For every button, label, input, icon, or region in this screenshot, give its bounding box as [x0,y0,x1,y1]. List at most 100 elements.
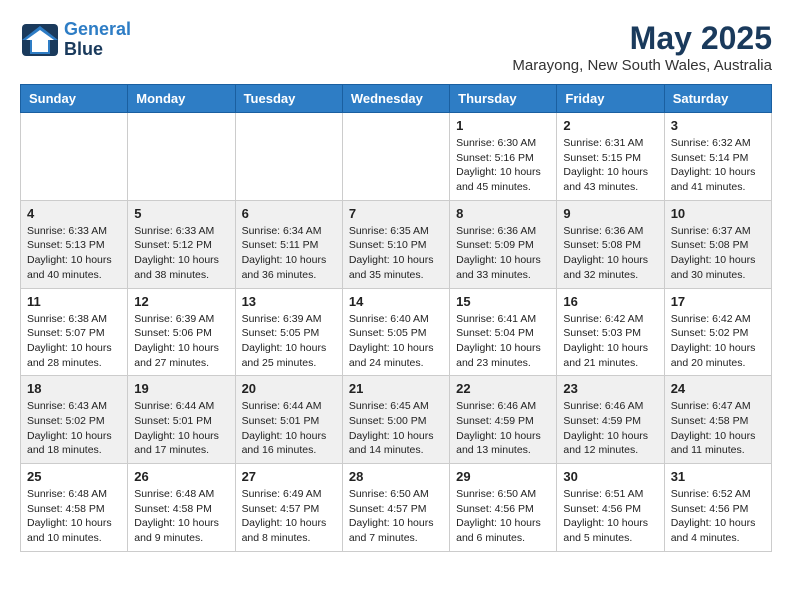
day-info: Sunrise: 6:39 AM Sunset: 5:06 PM Dayligh… [134,312,228,371]
day-number: 15 [456,294,550,309]
weekday-header-wednesday: Wednesday [342,85,449,113]
day-info: Sunrise: 6:42 AM Sunset: 5:02 PM Dayligh… [671,312,765,371]
day-cell [21,113,128,201]
day-number: 17 [671,294,765,309]
weekday-header-saturday: Saturday [664,85,771,113]
day-number: 7 [349,206,443,221]
day-number: 14 [349,294,443,309]
day-info: Sunrise: 6:51 AM Sunset: 4:56 PM Dayligh… [563,487,657,546]
week-row-2: 4 Sunrise: 6:33 AM Sunset: 5:13 PM Daylig… [21,200,772,288]
day-number: 19 [134,381,228,396]
location: Marayong, New South Wales, Australia [512,57,772,74]
day-info: Sunrise: 6:40 AM Sunset: 5:05 PM Dayligh… [349,312,443,371]
day-cell: 8Sunrise: 6:36 AM Sunset: 5:09 PM Daylig… [450,200,557,288]
day-number: 11 [27,294,121,309]
day-number: 22 [456,381,550,396]
day-info: Sunrise: 6:31 AM Sunset: 5:15 PM Dayligh… [563,136,657,195]
day-number: 25 [27,469,121,484]
day-number: 24 [671,381,765,396]
month-title: May 2025 [512,20,772,57]
day-cell: 13 Sunrise: 6:39 AM Sunset: 5:05 PM Dayli… [235,288,342,376]
day-cell: 26Sunrise: 6:48 AM Sunset: 4:58 PM Dayli… [128,464,235,552]
logo-text: General Blue [64,20,131,60]
day-cell: 20 Sunrise: 6:44 AM Sunset: 5:01 PM Dayli… [235,376,342,464]
day-cell: 7 Sunrise: 6:35 AM Sunset: 5:10 PM Daylig… [342,200,449,288]
day-number: 8 [456,206,550,221]
weekday-header-thursday: Thursday [450,85,557,113]
day-info: Sunrise: 6:30 AM Sunset: 5:16 PM Dayligh… [456,136,550,195]
day-cell [342,113,449,201]
day-info: Sunrise: 6:45 AM Sunset: 5:00 PM Dayligh… [349,399,443,458]
day-cell: 15Sunrise: 6:41 AM Sunset: 5:04 PM Dayli… [450,288,557,376]
day-cell: 28 Sunrise: 6:50 AM Sunset: 4:57 PM Dayli… [342,464,449,552]
day-number: 13 [242,294,336,309]
page-header: General Blue May 2025 Marayong, New Sout… [20,20,772,74]
day-number: 30 [563,469,657,484]
day-cell: 10Sunrise: 6:37 AM Sunset: 5:08 PM Dayli… [664,200,771,288]
day-info: Sunrise: 6:47 AM Sunset: 4:58 PM Dayligh… [671,399,765,458]
day-number: 20 [242,381,336,396]
day-cell: 18Sunrise: 6:43 AM Sunset: 5:02 PM Dayli… [21,376,128,464]
day-number: 3 [671,118,765,133]
day-cell: 3 Sunrise: 6:32 AM Sunset: 5:14 PM Daylig… [664,113,771,201]
day-cell: 22 Sunrise: 6:46 AM Sunset: 4:59 PM Dayli… [450,376,557,464]
weekday-header-sunday: Sunday [21,85,128,113]
calendar: SundayMondayTuesdayWednesdayThursdayFrid… [20,84,772,552]
week-row-4: 18Sunrise: 6:43 AM Sunset: 5:02 PM Dayli… [21,376,772,464]
day-cell: 14 Sunrise: 6:40 AM Sunset: 5:05 PM Dayli… [342,288,449,376]
weekday-header-row: SundayMondayTuesdayWednesdayThursdayFrid… [21,85,772,113]
day-number: 23 [563,381,657,396]
logo: General Blue [20,20,131,60]
day-number: 4 [27,206,121,221]
day-number: 1 [456,118,550,133]
day-cell: 25 Sunrise: 6:48 AM Sunset: 4:58 PM Dayli… [21,464,128,552]
day-info: Sunrise: 6:50 AM Sunset: 4:57 PM Dayligh… [349,487,443,546]
day-cell: 5Sunrise: 6:33 AM Sunset: 5:12 PM Daylig… [128,200,235,288]
day-info: Sunrise: 6:43 AM Sunset: 5:02 PM Dayligh… [27,399,121,458]
day-number: 29 [456,469,550,484]
day-cell: 1 Sunrise: 6:30 AM Sunset: 5:16 PM Daylig… [450,113,557,201]
weekday-header-monday: Monday [128,85,235,113]
day-number: 12 [134,294,228,309]
day-cell: 17 Sunrise: 6:42 AM Sunset: 5:02 PM Dayli… [664,288,771,376]
day-cell: 31 Sunrise: 6:52 AM Sunset: 4:56 PM Dayli… [664,464,771,552]
day-info: Sunrise: 6:46 AM Sunset: 4:59 PM Dayligh… [456,399,550,458]
day-info: Sunrise: 6:52 AM Sunset: 4:56 PM Dayligh… [671,487,765,546]
day-number: 5 [134,206,228,221]
day-info: Sunrise: 6:38 AM Sunset: 5:07 PM Dayligh… [27,312,121,371]
day-number: 31 [671,469,765,484]
week-row-5: 25 Sunrise: 6:48 AM Sunset: 4:58 PM Dayli… [21,464,772,552]
day-info: Sunrise: 6:34 AM Sunset: 5:11 PM Dayligh… [242,224,336,283]
day-cell: 27 Sunrise: 6:49 AM Sunset: 4:57 PM Dayli… [235,464,342,552]
day-cell: 16Sunrise: 6:42 AM Sunset: 5:03 PM Dayli… [557,288,664,376]
day-info: Sunrise: 6:50 AM Sunset: 4:56 PM Dayligh… [456,487,550,546]
day-info: Sunrise: 6:49 AM Sunset: 4:57 PM Dayligh… [242,487,336,546]
day-cell: 30 Sunrise: 6:51 AM Sunset: 4:56 PM Dayli… [557,464,664,552]
day-number: 28 [349,469,443,484]
day-cell: 6 Sunrise: 6:34 AM Sunset: 5:11 PM Daylig… [235,200,342,288]
day-info: Sunrise: 6:36 AM Sunset: 5:08 PM Dayligh… [563,224,657,283]
day-number: 27 [242,469,336,484]
day-cell: 9Sunrise: 6:36 AM Sunset: 5:08 PM Daylig… [557,200,664,288]
day-info: Sunrise: 6:39 AM Sunset: 5:05 PM Dayligh… [242,312,336,371]
day-cell: 23 Sunrise: 6:46 AM Sunset: 4:59 PM Dayli… [557,376,664,464]
day-info: Sunrise: 6:37 AM Sunset: 5:08 PM Dayligh… [671,224,765,283]
day-cell: 21 Sunrise: 6:45 AM Sunset: 5:00 PM Dayli… [342,376,449,464]
day-info: Sunrise: 6:33 AM Sunset: 5:13 PM Dayligh… [27,224,121,283]
day-info: Sunrise: 6:32 AM Sunset: 5:14 PM Dayligh… [671,136,765,195]
day-info: Sunrise: 6:44 AM Sunset: 5:01 PM Dayligh… [242,399,336,458]
day-info: Sunrise: 6:48 AM Sunset: 4:58 PM Dayligh… [134,487,228,546]
day-info: Sunrise: 6:46 AM Sunset: 4:59 PM Dayligh… [563,399,657,458]
day-info: Sunrise: 6:44 AM Sunset: 5:01 PM Dayligh… [134,399,228,458]
day-cell [235,113,342,201]
day-number: 6 [242,206,336,221]
logo-icon [20,22,60,58]
day-cell: 24 Sunrise: 6:47 AM Sunset: 4:58 PM Dayli… [664,376,771,464]
day-cell: 29 Sunrise: 6:50 AM Sunset: 4:56 PM Dayli… [450,464,557,552]
day-info: Sunrise: 6:48 AM Sunset: 4:58 PM Dayligh… [27,487,121,546]
day-number: 21 [349,381,443,396]
week-row-1: 1 Sunrise: 6:30 AM Sunset: 5:16 PM Daylig… [21,113,772,201]
title-block: May 2025 Marayong, New South Wales, Aust… [512,20,772,74]
day-info: Sunrise: 6:35 AM Sunset: 5:10 PM Dayligh… [349,224,443,283]
day-cell [128,113,235,201]
